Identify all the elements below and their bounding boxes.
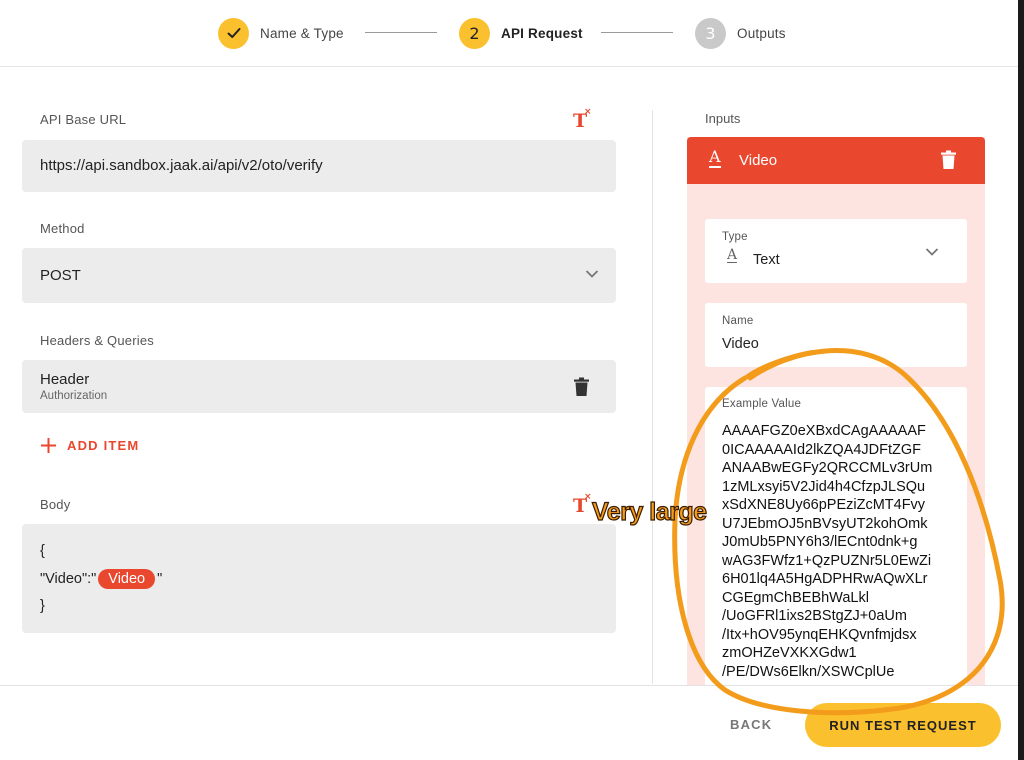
header-name: Authorization bbox=[40, 390, 108, 402]
name-value: Video bbox=[722, 336, 759, 352]
run-test-request-button[interactable]: RUN TEST REQUEST bbox=[805, 703, 1001, 747]
example-value-field[interactable]: Example Value AAAAFGZ0eXBxdCAgAAAAAF 0IC… bbox=[705, 387, 967, 685]
body-key: "Video":" bbox=[40, 571, 97, 587]
back-button[interactable]: BACK bbox=[730, 717, 772, 732]
column-divider bbox=[652, 110, 653, 684]
step-label: API Request bbox=[501, 25, 583, 41]
chevron-down-icon bbox=[925, 248, 939, 256]
body-editor[interactable]: { "Video":" Video " } bbox=[22, 524, 616, 633]
step-connector bbox=[601, 32, 673, 33]
text-type-icon: A bbox=[727, 247, 738, 263]
base-url-input[interactable]: https://api.sandbox.jaak.ai/api/v2/oto/v… bbox=[22, 140, 616, 192]
example-label: Example Value bbox=[722, 398, 802, 410]
name-field[interactable]: Name Video bbox=[705, 303, 967, 367]
example-value: AAAAFGZ0eXBxdCAgAAAAAF 0ICAAAAAId2lkZQA4… bbox=[722, 423, 933, 680]
clear-format-icon[interactable]: T × bbox=[573, 107, 592, 132]
footer: BACK RUN TEST REQUEST bbox=[0, 685, 1018, 760]
annotation-label: Very large bbox=[591, 497, 707, 526]
text-type-icon: A bbox=[709, 147, 721, 168]
window-edge bbox=[1018, 0, 1024, 760]
inputs-title: Inputs bbox=[705, 111, 741, 126]
body-label: Body bbox=[40, 497, 71, 512]
step-number: 3 bbox=[695, 17, 726, 49]
headers-label: Headers & Queries bbox=[40, 333, 154, 348]
input-card-title: Video bbox=[739, 152, 778, 169]
step-outputs[interactable]: 3 Outputs bbox=[695, 17, 786, 49]
method-label: Method bbox=[40, 221, 85, 236]
add-item-label: ADD ITEM bbox=[67, 438, 140, 453]
name-label: Name bbox=[722, 315, 754, 327]
method-select[interactable]: POST bbox=[22, 248, 616, 303]
type-value: Text bbox=[753, 252, 780, 268]
plus-icon bbox=[41, 438, 56, 453]
input-card-header[interactable]: A Video bbox=[687, 137, 985, 184]
step-label: Name & Type bbox=[260, 25, 344, 41]
check-icon bbox=[218, 17, 249, 49]
trash-icon[interactable] bbox=[940, 150, 957, 170]
chevron-down-icon bbox=[585, 270, 599, 278]
clear-format-icon[interactable]: T × bbox=[573, 492, 592, 517]
header-type: Header bbox=[40, 371, 90, 388]
step-label: Outputs bbox=[737, 25, 786, 41]
header-item[interactable]: Header Authorization bbox=[22, 360, 616, 413]
body-quote: " bbox=[157, 571, 163, 587]
input-card: A Video Type A Text Name Video Example V… bbox=[687, 137, 985, 685]
body-line: "Video":" Video " bbox=[40, 568, 162, 590]
step-name-type[interactable]: Name & Type bbox=[218, 17, 344, 49]
body-open-brace: { bbox=[40, 543, 45, 559]
trash-icon[interactable] bbox=[573, 377, 590, 397]
type-select[interactable]: Type A Text bbox=[705, 219, 967, 283]
base-url-label: API Base URL bbox=[40, 112, 127, 127]
type-label: Type bbox=[722, 231, 748, 243]
stepper: Name & Type 2 API Request 3 Outputs bbox=[0, 0, 1018, 67]
step-api-request[interactable]: 2 API Request bbox=[459, 17, 583, 49]
add-item-button[interactable]: ADD ITEM bbox=[40, 437, 139, 454]
method-value: POST bbox=[40, 267, 81, 284]
step-connector bbox=[365, 32, 437, 33]
base-url-value: https://api.sandbox.jaak.ai/api/v2/oto/v… bbox=[40, 157, 323, 174]
body-variable-chip[interactable]: Video bbox=[98, 569, 156, 589]
body-close-brace: } bbox=[40, 598, 45, 614]
step-number: 2 bbox=[459, 17, 490, 49]
